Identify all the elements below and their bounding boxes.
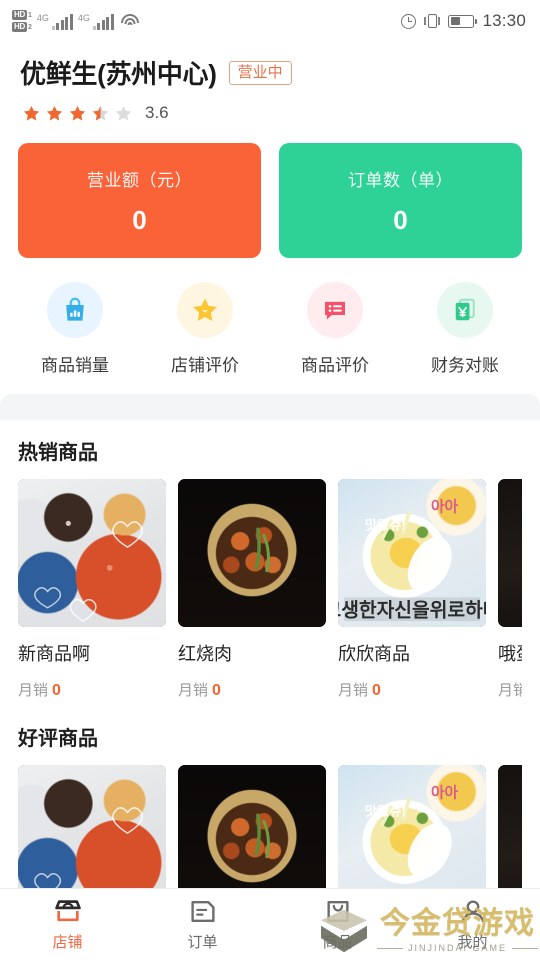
sales-value: 0	[372, 682, 381, 699]
dark-dish-photo[interactable]	[498, 479, 522, 627]
svg-text:아아: 아아	[431, 785, 459, 802]
vibrate-icon	[424, 14, 441, 28]
hd-volte-stack: HD 1 HD 2	[12, 10, 32, 32]
hotpot-meal-photo[interactable]	[18, 479, 166, 627]
sales-label: 月销	[18, 682, 49, 699]
sales-value: 0	[52, 682, 61, 699]
product-card[interactable]: 고생한자신을위로하다 아아 맛있쥬! 欣欣商品 月销0	[338, 479, 486, 700]
star-half-icon	[91, 104, 110, 123]
rating-value: 3.6	[145, 103, 169, 122]
quick-action-shop-reviews[interactable]: 店铺评价	[140, 282, 270, 376]
product-name: 哦蛋	[498, 644, 522, 664]
stat-value: 0	[132, 204, 147, 235]
hd-badge-sim1: HD 1	[12, 10, 32, 20]
tab-shop[interactable]: 店铺	[0, 898, 135, 952]
star-icon	[22, 104, 41, 123]
product-card[interactable]: 哦蛋 月销	[498, 479, 522, 700]
sales-label: 月销	[178, 682, 209, 699]
sales-label: 月销	[338, 682, 369, 699]
stat-cards: 营业额（元） 0 订单数（单） 0	[0, 129, 540, 264]
shop-name: 优鲜生(苏州中心)	[20, 59, 217, 89]
tab-label: 商品	[322, 933, 353, 951]
quick-actions: 商品销量 店铺评价 商品评价 财务对账	[0, 264, 540, 390]
alarm-icon	[401, 13, 417, 29]
status-bar: HD 1 HD 2 4G 4G 13:30	[0, 0, 540, 42]
quick-action-label: 商品评价	[301, 356, 369, 375]
stat-label: 营业额（元）	[87, 170, 192, 190]
section-divider	[0, 394, 540, 420]
product-sales: 月销 0	[338, 679, 486, 700]
stat-value: 0	[393, 204, 408, 235]
status-bar-left: HD 1 HD 2 4G 4G	[12, 10, 139, 32]
tab-goods[interactable]: 商品	[270, 898, 405, 952]
product-row[interactable]: 新商品啊 月销 0 红烧肉 月销 0 생한자신을위로하 아아 맛있쥬! 欣欣商品…	[18, 479, 522, 700]
product-sales: 月销	[498, 679, 522, 700]
product-sales: 月销 0	[178, 679, 326, 700]
storefront-icon	[54, 899, 81, 921]
star-empty-icon	[114, 104, 133, 123]
comment-list-icon	[307, 282, 363, 338]
goods-bag-icon	[326, 900, 349, 922]
status-bar-right: 13:30	[401, 11, 526, 31]
star-icon	[68, 104, 87, 123]
signal-bars-icon	[51, 13, 73, 30]
svg-text:맛있쥬!: 맛있쥬!	[365, 802, 406, 818]
svg-text:맛있쥬!: 맛있쥬!	[365, 516, 406, 532]
quick-action-label: 财务对账	[431, 356, 499, 375]
star-icon	[45, 104, 64, 123]
stat-card-revenue[interactable]: 营业额（元） 0	[18, 143, 261, 258]
tab-label: 我的	[457, 933, 488, 951]
shop-title-row: 优鲜生(苏州中心) 营业中	[20, 54, 520, 91]
stat-card-orders[interactable]: 订单数（单） 0	[279, 143, 522, 258]
quick-action-product-sales[interactable]: 商品销量	[10, 282, 140, 376]
shopping-bag-chart-icon	[47, 282, 103, 338]
hd-badge-sim2: HD 2	[12, 22, 32, 32]
tab-orders[interactable]: 订单	[135, 898, 270, 952]
signal-sim2: 4G	[78, 13, 114, 30]
product-name: 红烧肉	[178, 644, 232, 664]
product-name: 新商品啊	[18, 644, 90, 664]
sales-value: 0	[212, 682, 221, 699]
order-doc-icon	[190, 900, 215, 922]
section-title: 好评商品	[18, 728, 98, 750]
signal-sim1: 4G	[37, 13, 73, 30]
tab-label: 订单	[187, 933, 218, 951]
svg-text:아아: 아아	[431, 499, 459, 516]
quick-action-product-reviews[interactable]: 商品评价	[270, 282, 400, 376]
product-card[interactable]: 新商品啊 月销 0	[18, 479, 166, 700]
status-bar-time: 13:30	[482, 11, 526, 30]
app-root: HD 1 HD 2 4G 4G 13:30 优鲜生(苏州中心) 营业中 3.6 …	[0, 0, 540, 960]
product-card[interactable]: 红烧肉 月销 0	[178, 479, 326, 700]
quick-action-finance[interactable]: 财务对账	[400, 282, 530, 376]
product-sales: 月销 0	[18, 679, 166, 700]
star-icon	[177, 282, 233, 338]
sim1-index: 1	[27, 11, 32, 19]
braised-pork-photo[interactable]	[178, 479, 326, 627]
stat-label: 订单数（单）	[348, 170, 453, 190]
yen-document-icon	[437, 282, 493, 338]
tab-label: 店铺	[52, 933, 83, 951]
battery-icon	[448, 14, 478, 28]
sales-label: 月销	[498, 682, 522, 699]
quick-action-label: 商品销量	[41, 356, 109, 375]
quick-action-label: 店铺评价	[171, 356, 239, 375]
korean-noodle-soup-photo[interactable]: 고생한자신을위로하다 아아 맛있쥬!	[338, 479, 486, 627]
tab-profile[interactable]: 我的	[405, 898, 540, 952]
section-hot-products: 热销商品 新商品啊 月销 0 红烧肉 月销 0 생한자신을위로하 아아 맛있쥬!…	[0, 420, 540, 700]
bottom-tab-bar: 店铺 订单 商品 我的	[0, 888, 540, 960]
section-title: 热销商品	[18, 442, 98, 464]
shop-header: 优鲜生(苏州中心) 营业中 3.6	[0, 42, 540, 129]
product-name: 欣欣商品	[338, 644, 410, 664]
signal-bars-icon	[92, 13, 114, 30]
person-icon	[461, 899, 484, 922]
sim2-index: 2	[27, 23, 32, 31]
svg-text:고생한자신을위로하다: 고생한자신을위로하다	[338, 600, 486, 622]
section-good-review-products: 好评商品 아아 맛있쥬!	[0, 700, 540, 913]
shop-rating: 3.6	[20, 103, 520, 123]
wifi-icon	[120, 14, 139, 28]
shop-status-badge[interactable]: 营业中	[228, 60, 292, 85]
